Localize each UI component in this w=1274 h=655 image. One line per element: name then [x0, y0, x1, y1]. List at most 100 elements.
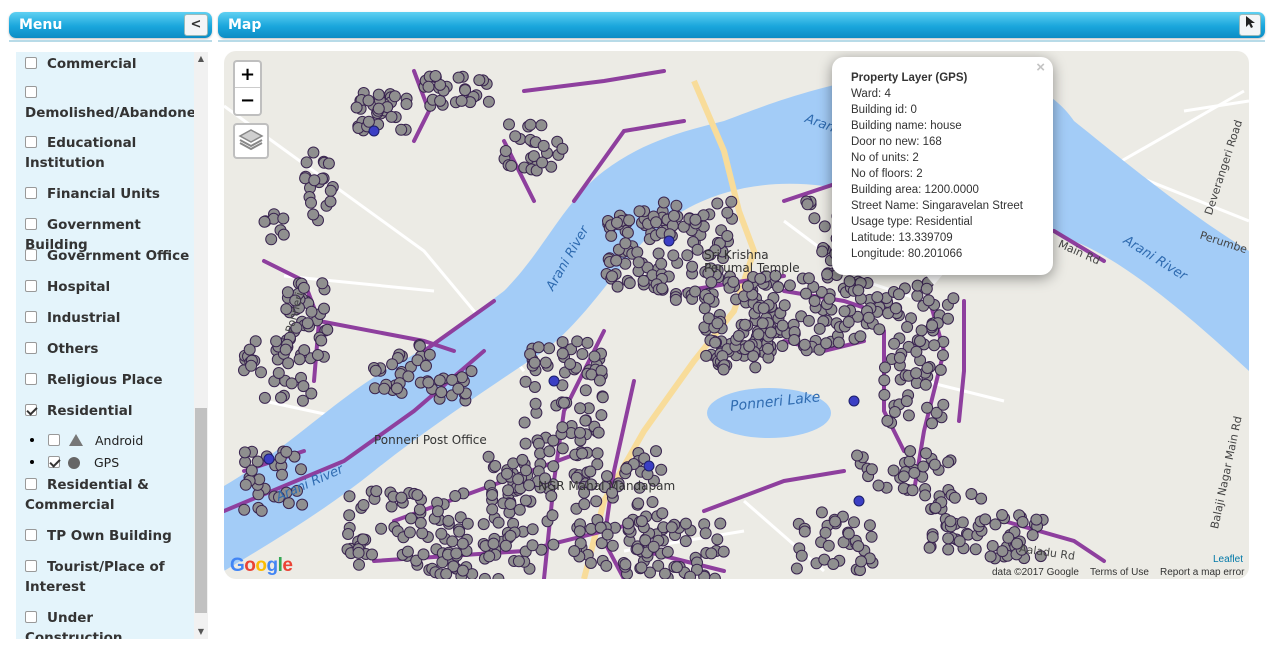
building-marker[interactable]	[632, 497, 645, 510]
building-marker[interactable]	[518, 416, 531, 429]
building-marker[interactable]	[887, 464, 900, 477]
checkbox[interactable]	[25, 560, 37, 572]
building-marker[interactable]	[862, 311, 875, 324]
building-marker[interactable]	[611, 216, 623, 229]
building-marker[interactable]	[596, 391, 609, 404]
building-marker[interactable]	[816, 245, 829, 258]
building-marker[interactable]	[579, 414, 592, 427]
building-marker[interactable]	[650, 445, 662, 458]
sidebar-scrollbar[interactable]: ▲ ▼	[194, 52, 208, 639]
building-marker[interactable]	[280, 445, 293, 458]
building-marker[interactable]	[917, 460, 930, 473]
building-marker[interactable]	[721, 230, 734, 242]
checkbox[interactable]	[25, 249, 37, 261]
category-under-construction[interactable]: Under Construction	[25, 608, 194, 639]
building-marker[interactable]	[378, 382, 391, 395]
map-canvas[interactable]: + − Arani River Arani River Arani River …	[224, 51, 1249, 579]
building-marker[interactable]	[922, 294, 935, 307]
building-marker[interactable]	[446, 535, 459, 548]
building-marker[interactable]	[372, 88, 385, 101]
building-marker[interactable]	[537, 139, 550, 152]
building-marker[interactable]	[1026, 529, 1039, 542]
building-marker[interactable]	[504, 529, 517, 542]
building-marker[interactable]	[743, 340, 756, 353]
building-marker[interactable]	[888, 406, 901, 418]
building-marker[interactable]	[606, 539, 619, 552]
building-marker[interactable]	[822, 539, 835, 552]
building-marker[interactable]	[576, 348, 589, 360]
building-marker[interactable]	[255, 504, 268, 517]
category-financial[interactable]: Financial Units	[25, 184, 194, 204]
building-marker[interactable]	[487, 537, 500, 550]
building-marker[interactable]	[855, 555, 868, 568]
building-marker[interactable]	[872, 479, 885, 492]
building-marker[interactable]	[520, 464, 532, 477]
building-marker[interactable]	[315, 334, 328, 347]
building-marker[interactable]	[854, 330, 867, 343]
building-marker[interactable]	[343, 509, 356, 522]
building-marker[interactable]	[691, 243, 704, 256]
building-marker[interactable]	[848, 516, 860, 529]
category-commercial[interactable]: Commercial	[25, 54, 194, 74]
building-marker[interactable]	[778, 299, 791, 312]
cursor-icon[interactable]	[1239, 14, 1261, 36]
building-marker[interactable]	[802, 314, 815, 327]
building-marker[interactable]	[362, 94, 375, 107]
building-marker[interactable]	[503, 118, 515, 131]
building-marker[interactable]	[581, 336, 594, 349]
building-marker[interactable]	[442, 514, 455, 527]
zoom-in-button[interactable]: +	[235, 62, 260, 88]
building-marker[interactable]	[318, 302, 330, 315]
report-error-link[interactable]: Report a map error	[1160, 567, 1244, 578]
building-marker[interactable]	[524, 118, 537, 131]
building-marker[interactable]	[573, 525, 586, 538]
building-marker[interactable]	[881, 414, 894, 427]
building-marker[interactable]	[456, 564, 469, 577]
building-marker[interactable]	[477, 518, 490, 531]
building-marker[interactable]	[556, 421, 569, 434]
building-marker[interactable]	[574, 402, 587, 415]
building-marker[interactable]	[652, 247, 665, 260]
building-marker[interactable]	[450, 547, 463, 560]
building-marker[interactable]	[375, 522, 388, 535]
building-marker[interactable]	[255, 366, 267, 379]
building-marker[interactable]	[275, 391, 287, 404]
building-marker[interactable]	[523, 479, 536, 492]
building-marker[interactable]	[342, 528, 355, 540]
building-marker[interactable]	[669, 293, 682, 306]
building-marker[interactable]	[647, 540, 660, 553]
building-marker[interactable]	[532, 341, 545, 354]
building-marker[interactable]	[483, 550, 496, 563]
sublayer-gps[interactable]: GPS	[30, 454, 119, 472]
building-marker[interactable]	[568, 545, 581, 558]
building-marker[interactable]	[684, 570, 697, 579]
building-marker[interactable]	[324, 184, 337, 197]
building-marker[interactable]	[892, 288, 905, 301]
category-residential-commercial[interactable]: Residential & Commercial	[25, 475, 194, 515]
building-marker[interactable]	[798, 525, 811, 538]
building-marker[interactable]	[668, 209, 680, 222]
building-marker[interactable]	[798, 338, 811, 351]
building-marker[interactable]	[296, 394, 309, 407]
building-marker[interactable]	[489, 460, 502, 472]
building-marker[interactable]	[308, 174, 321, 187]
checkbox[interactable]	[25, 218, 37, 230]
checkbox[interactable]	[25, 373, 37, 385]
building-marker[interactable]	[889, 302, 902, 315]
building-marker[interactable]	[238, 446, 251, 459]
building-marker[interactable]	[591, 447, 604, 460]
category-residential[interactable]: Residential	[25, 401, 194, 421]
building-marker-blue[interactable]	[263, 453, 275, 465]
building-marker[interactable]	[752, 328, 765, 341]
building-marker[interactable]	[714, 517, 727, 530]
terms-link[interactable]: Terms of Use	[1090, 567, 1149, 578]
building-marker[interactable]	[698, 302, 711, 315]
building-marker[interactable]	[423, 348, 436, 361]
building-marker[interactable]	[285, 377, 298, 390]
building-marker[interactable]	[699, 527, 712, 540]
building-marker[interactable]	[795, 549, 808, 562]
building-marker[interactable]	[576, 447, 589, 460]
building-marker[interactable]	[721, 206, 734, 219]
category-hospital[interactable]: Hospital	[25, 277, 194, 297]
building-marker[interactable]	[452, 71, 465, 84]
